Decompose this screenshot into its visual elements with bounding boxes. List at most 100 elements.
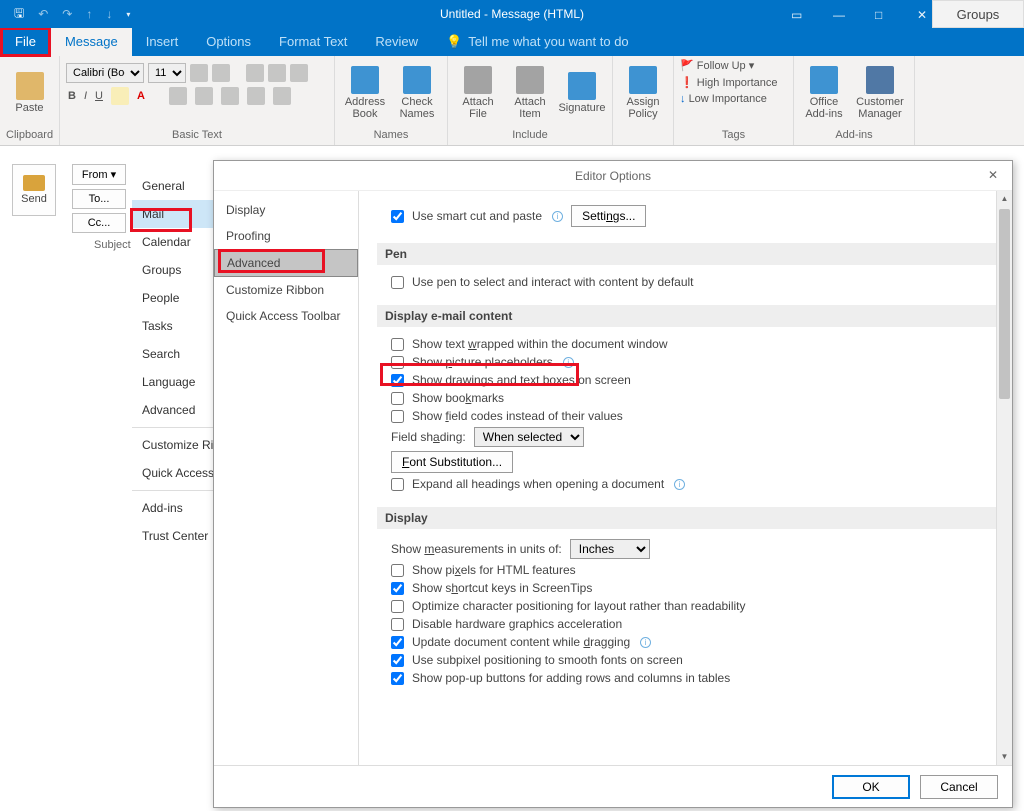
attach-item-button[interactable]: Attach Item [506,66,554,120]
opt-mail[interactable]: Mail [132,200,213,228]
send-button[interactable]: Send [12,164,56,216]
maximize-icon[interactable]: □ [875,8,887,20]
opt-language[interactable]: Language [132,368,213,396]
customer-manager-button[interactable]: Customer Manager [852,66,908,120]
attach-file-button[interactable]: Attach File [454,66,502,120]
high-importance-button[interactable]: ❗ High Importance [680,76,777,89]
chk-pixels-html[interactable] [391,564,404,577]
nav-display[interactable]: Display [214,197,358,223]
scrollbar[interactable]: ▲ ▼ [996,191,1012,765]
qat-up-icon[interactable]: ↑ [86,7,92,21]
scroll-down-icon[interactable]: ▼ [997,749,1012,765]
tab-format-text[interactable]: Format Text [265,28,361,56]
underline-button[interactable]: U [95,90,103,102]
chk-field-codes[interactable] [391,410,404,423]
chk-update-dragging[interactable] [391,636,404,649]
settings-button[interactable]: Settings... [571,205,646,227]
opt-advanced[interactable]: Advanced [132,396,213,424]
qat-down-icon[interactable]: ↓ [106,7,112,21]
opt-quick-access[interactable]: Quick Access Toolbar [132,459,213,487]
chk-smart-cut-paste[interactable] [391,210,404,223]
dialog-footer: OK Cancel [214,765,1012,807]
cancel-button[interactable]: Cancel [920,775,998,799]
tab-review[interactable]: Review [361,28,432,56]
scroll-thumb[interactable] [999,209,1010,399]
align-right-icon[interactable] [221,87,239,105]
chk-drawings[interactable] [391,374,404,387]
outdent-icon[interactable] [290,64,308,82]
opt-addins[interactable]: Add-ins [132,494,213,522]
bold-button[interactable]: B [68,90,76,102]
font-family-select[interactable]: Calibri (Boc [66,63,144,83]
groups-side-tab[interactable]: Groups [932,0,1024,28]
indent2-icon[interactable] [273,87,291,105]
chk-disable-hw-accel[interactable] [391,618,404,631]
font-substitution-button[interactable]: Font Substitution... [391,451,513,473]
italic-button[interactable]: I [84,90,87,102]
grow-font-icon[interactable] [190,64,208,82]
chk-expand-headings[interactable] [391,478,404,491]
save-icon[interactable]: 🖫 [14,4,24,25]
to-button[interactable]: To... [72,189,126,209]
field-shading-select[interactable]: When selected [474,427,584,447]
ok-button[interactable]: OK [832,775,910,799]
redo-icon[interactable]: ↷ [62,7,72,21]
opt-calendar[interactable]: Calendar [132,228,213,256]
follow-up-button[interactable]: 🚩 Follow Up ▾ [680,59,754,72]
scroll-up-icon[interactable]: ▲ [997,191,1012,207]
chk-picture-placeholders[interactable] [391,356,404,369]
tab-file[interactable]: File [0,27,51,57]
chk-subpixel[interactable] [391,654,404,667]
opt-groups[interactable]: Groups [132,256,213,284]
check-names-button[interactable]: Check Names [393,66,441,120]
nav-advanced[interactable]: Advanced [214,249,358,277]
opt-general[interactable]: General [132,172,213,200]
chk-bookmarks[interactable] [391,392,404,405]
chk-wrap[interactable] [391,338,404,351]
tab-options[interactable]: Options [192,28,265,56]
align-center-icon[interactable] [195,87,213,105]
cc-button[interactable]: Cc... [72,213,126,233]
info-icon[interactable]: i [640,637,651,648]
opt-people[interactable]: People [132,284,213,312]
tab-insert[interactable]: Insert [132,28,193,56]
info-icon[interactable]: i [563,357,574,368]
opt-customize-ribbon[interactable]: Customize Ribbon [132,431,213,459]
shrink-font-icon[interactable] [212,64,230,82]
numbering-icon[interactable] [268,64,286,82]
chk-optimize-positioning[interactable] [391,600,404,613]
measurements-select[interactable]: Inches [570,539,650,559]
assign-policy-button[interactable]: Assign Policy [619,66,667,120]
highlight-icon[interactable] [111,87,129,105]
opt-search[interactable]: Search [132,340,213,368]
dialog-close-button[interactable]: ✕ [988,168,1004,184]
office-addins-button[interactable]: Office Add-ins [800,66,848,120]
chk-popup-buttons[interactable] [391,672,404,685]
nav-quick-access[interactable]: Quick Access Toolbar [214,303,358,329]
bullets-icon[interactable] [246,64,264,82]
close-icon[interactable]: ✕ [917,8,929,20]
chk-pen[interactable] [391,276,404,289]
tell-me[interactable]: 💡 Tell me what you want to do [432,28,643,56]
font-color-button[interactable]: A [137,90,145,102]
ribbon-options-icon[interactable]: ▭ [791,8,803,20]
low-importance-button[interactable]: ↓ Low Importance [680,93,767,105]
info-icon[interactable]: i [552,211,563,222]
address-book-button[interactable]: Address Book [341,66,389,120]
qat-dropdown-icon[interactable]: ▾ [126,10,130,19]
nav-customize-ribbon[interactable]: Customize Ribbon [214,277,358,303]
tab-message[interactable]: Message [51,28,132,56]
indent-icon[interactable] [247,87,265,105]
signature-button[interactable]: Signature [558,72,606,114]
nav-proofing[interactable]: Proofing [214,223,358,249]
font-size-select[interactable]: 11 [148,63,186,83]
from-button[interactable]: From ▾ [72,164,126,185]
info-icon[interactable]: i [674,479,685,490]
align-left-icon[interactable] [169,87,187,105]
opt-tasks[interactable]: Tasks [132,312,213,340]
undo-icon[interactable]: ↶ [38,7,48,21]
minimize-icon[interactable]: — [833,8,845,20]
paste-button[interactable]: Paste [6,72,53,114]
opt-trust-center[interactable]: Trust Center [132,522,213,550]
chk-shortcut-keys[interactable] [391,582,404,595]
